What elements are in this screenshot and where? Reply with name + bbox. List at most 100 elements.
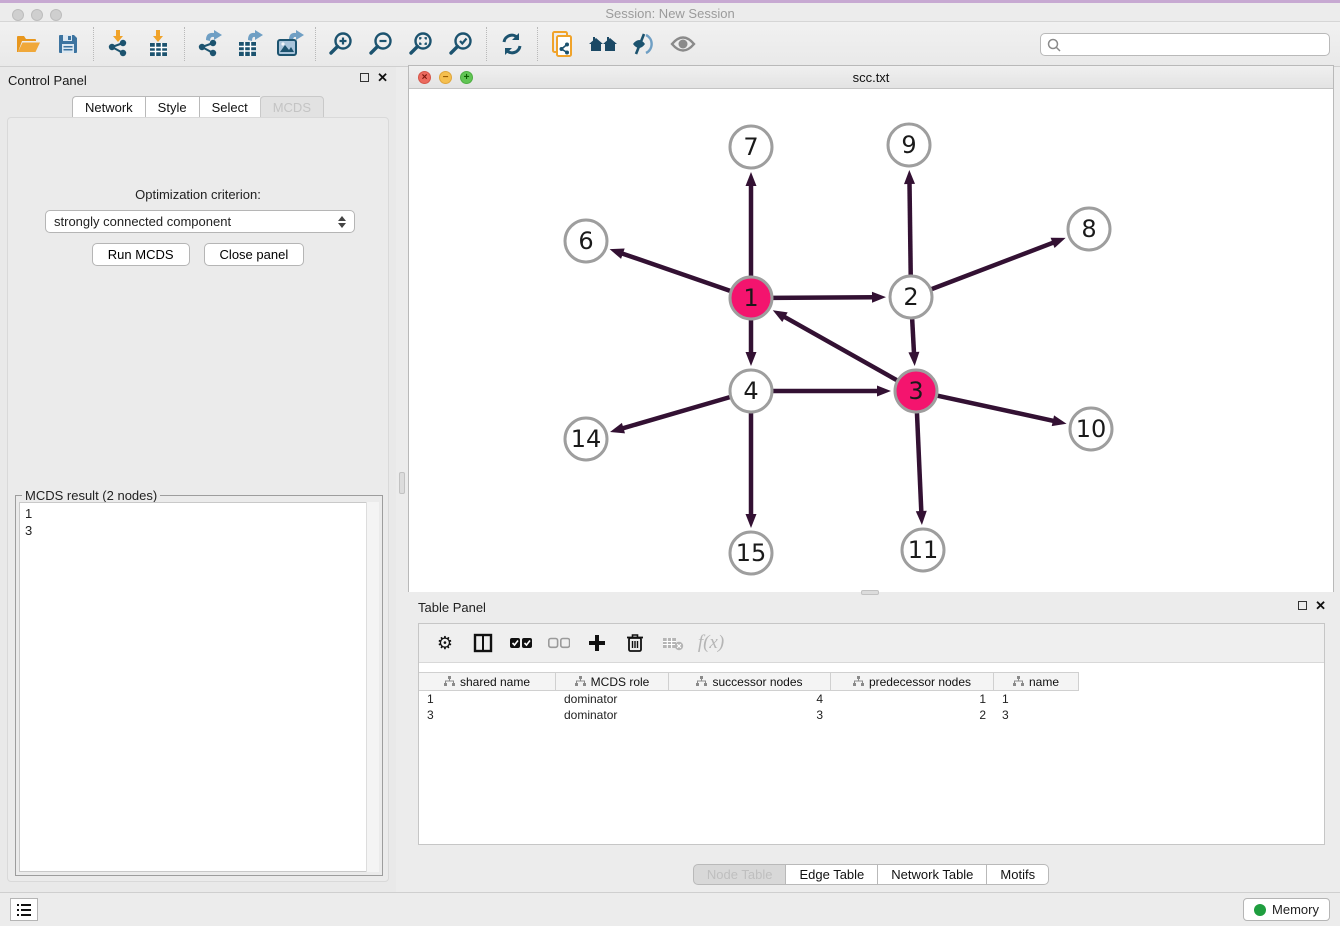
- network-file-button[interactable]: [543, 25, 583, 63]
- main-toolbar: [0, 22, 1340, 67]
- column-header-predecessor-nodes[interactable]: predecessor nodes: [831, 672, 994, 691]
- close-panel-icon[interactable]: ✕: [377, 73, 388, 82]
- import-table-button[interactable]: [139, 25, 179, 63]
- edge-4-14[interactable]: [622, 397, 730, 429]
- vertical-splitter[interactable]: [396, 67, 408, 892]
- zoom-out-button[interactable]: [361, 25, 401, 63]
- add-column-icon[interactable]: [585, 631, 609, 655]
- network-window-titlebar[interactable]: × − + scc.txt: [409, 66, 1333, 89]
- cell[interactable]: 1: [994, 691, 1079, 707]
- edge-arrowhead: [746, 172, 757, 186]
- home-icon: [588, 32, 618, 56]
- column-header-shared-name[interactable]: shared name: [419, 672, 556, 691]
- home-button[interactable]: [583, 25, 623, 63]
- zoom-in-button[interactable]: [321, 25, 361, 63]
- tab-select[interactable]: Select: [199, 96, 260, 119]
- tab-node-table[interactable]: Node Table: [693, 864, 787, 885]
- refresh-button[interactable]: [492, 25, 532, 63]
- delete-column-icon[interactable]: [623, 631, 647, 655]
- toggle-panes-icon[interactable]: [471, 631, 495, 655]
- node-label-10: 10: [1076, 415, 1107, 443]
- result-scrollbar[interactable]: [366, 502, 379, 872]
- network-graph[interactable]: 1234678910111415: [409, 89, 1333, 592]
- eye-icon: [669, 33, 697, 55]
- edge-arrowhead: [904, 170, 915, 184]
- export-network-button[interactable]: [190, 25, 230, 63]
- edge-arrowhead: [746, 352, 757, 366]
- tab-motifs[interactable]: Motifs: [987, 864, 1049, 885]
- mcds-result-box: MCDS result (2 nodes) 1 3: [15, 495, 383, 876]
- refresh-icon: [500, 32, 524, 56]
- show-details-button[interactable]: [663, 25, 703, 63]
- table-toolbar: ⚙ f(x): [419, 624, 1324, 663]
- column-header-successor-nodes[interactable]: successor nodes: [669, 672, 831, 691]
- search-icon: [1046, 37, 1062, 53]
- cell[interactable]: 3: [994, 707, 1079, 723]
- mcds-result-text[interactable]: 1 3: [19, 502, 379, 872]
- float-panel-icon[interactable]: [360, 73, 369, 82]
- criterion-select[interactable]: strongly connected component: [45, 210, 355, 233]
- import-network-button[interactable]: [99, 25, 139, 63]
- tab-network[interactable]: Network: [72, 96, 145, 119]
- table-options-icon[interactable]: ⚙: [433, 631, 457, 655]
- cell[interactable]: 1: [419, 691, 556, 707]
- column-header-name[interactable]: name: [994, 672, 1079, 691]
- edge-3-10[interactable]: [937, 396, 1054, 421]
- zoom-out-icon: [368, 31, 394, 57]
- edge-2-3[interactable]: [912, 319, 914, 354]
- close-table-panel-icon[interactable]: ✕: [1315, 601, 1326, 610]
- column-header-MCDS-role[interactable]: MCDS role: [556, 672, 669, 691]
- edge-1-2[interactable]: [773, 297, 874, 298]
- cell[interactable]: 3: [669, 707, 831, 723]
- status-bar: Memory: [0, 892, 1340, 926]
- deselect-all-icon[interactable]: [547, 631, 571, 655]
- tab-mcds[interactable]: MCDS: [260, 96, 324, 119]
- cell[interactable]: 3: [419, 707, 556, 723]
- table-row[interactable]: 1dominator411: [419, 691, 1324, 707]
- task-history-button[interactable]: [10, 898, 38, 921]
- memory-status-dot: [1254, 904, 1266, 916]
- edge-arrowhead: [908, 352, 919, 366]
- table-row[interactable]: 3dominator323: [419, 707, 1324, 723]
- search-input[interactable]: [1062, 36, 1329, 54]
- edge-1-6[interactable]: [621, 253, 730, 291]
- hide-details-button[interactable]: [623, 25, 663, 63]
- edge-2-9[interactable]: [909, 182, 910, 275]
- zoom-selected-button[interactable]: [441, 25, 481, 63]
- zoom-fit-button[interactable]: [401, 25, 441, 63]
- select-all-icon[interactable]: [509, 631, 533, 655]
- import-table-icon: [146, 30, 172, 58]
- tab-style[interactable]: Style: [145, 96, 199, 119]
- edge-arrowhead: [916, 511, 927, 525]
- export-table-button[interactable]: [230, 25, 270, 63]
- tab-network-table[interactable]: Network Table: [878, 864, 987, 885]
- float-table-panel-icon[interactable]: [1298, 601, 1307, 610]
- cell[interactable]: dominator: [556, 707, 669, 723]
- delete-table-icon: [661, 631, 685, 655]
- cell[interactable]: dominator: [556, 691, 669, 707]
- edge-3-11[interactable]: [917, 413, 921, 513]
- select-stepper-icon: [338, 216, 346, 228]
- splitter-handle[interactable]: [399, 472, 405, 494]
- export-table-icon: [236, 30, 264, 58]
- edge-arrowhead: [610, 423, 625, 434]
- memory-button[interactable]: Memory: [1243, 898, 1330, 921]
- export-image-button[interactable]: [270, 25, 310, 63]
- save-session-button[interactable]: [48, 25, 88, 63]
- edge-arrowhead: [746, 514, 757, 528]
- edge-3-1[interactable]: [783, 316, 897, 380]
- edge-2-8[interactable]: [932, 242, 1055, 289]
- node-label-15: 15: [736, 539, 767, 567]
- node-label-3: 3: [908, 377, 923, 405]
- open-file-button[interactable]: [8, 25, 48, 63]
- cell[interactable]: 2: [831, 707, 994, 723]
- mcds-result-title: MCDS result (2 nodes): [22, 488, 160, 503]
- close-panel-button[interactable]: Close panel: [204, 243, 305, 266]
- network-file-icon: [550, 30, 576, 58]
- run-mcds-button[interactable]: Run MCDS: [92, 243, 190, 266]
- column-label: MCDS role: [591, 675, 650, 689]
- toolbar-search[interactable]: [1040, 33, 1330, 56]
- tab-edge-table[interactable]: Edge Table: [786, 864, 878, 885]
- cell[interactable]: 4: [669, 691, 831, 707]
- cell[interactable]: 1: [831, 691, 994, 707]
